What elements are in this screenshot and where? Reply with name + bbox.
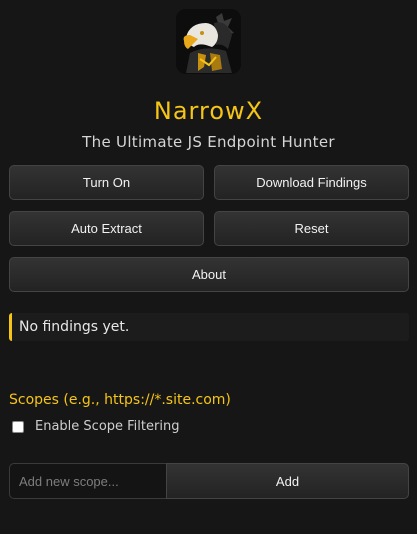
reset-button[interactable]: Reset [214, 211, 409, 246]
findings-status: No findings yet. [9, 313, 409, 341]
turn-on-button[interactable]: Turn On [9, 165, 204, 200]
add-scope-button[interactable]: Add [166, 463, 409, 499]
scope-input[interactable] [9, 463, 166, 499]
download-findings-button[interactable]: Download Findings [214, 165, 409, 200]
auto-extract-button[interactable]: Auto Extract [9, 211, 204, 246]
findings-status-text: No findings yet. [19, 319, 130, 335]
scopes-heading: Scopes (e.g., https://*.site.com) [9, 392, 231, 408]
scope-filtering-toggle[interactable]: Enable Scope Filtering [12, 419, 179, 434]
about-button[interactable]: About [9, 257, 409, 292]
eagle-samurai-logo-icon [176, 9, 241, 74]
app-title: NarrowX [153, 97, 264, 125]
scope-filtering-label: Enable Scope Filtering [35, 419, 180, 434]
app-subtitle: The Ultimate JS Endpoint Hunter [82, 133, 335, 151]
scope-filtering-checkbox[interactable] [12, 420, 24, 433]
extension-popup: NarrowX The Ultimate JS Endpoint Hunter … [0, 0, 417, 534]
